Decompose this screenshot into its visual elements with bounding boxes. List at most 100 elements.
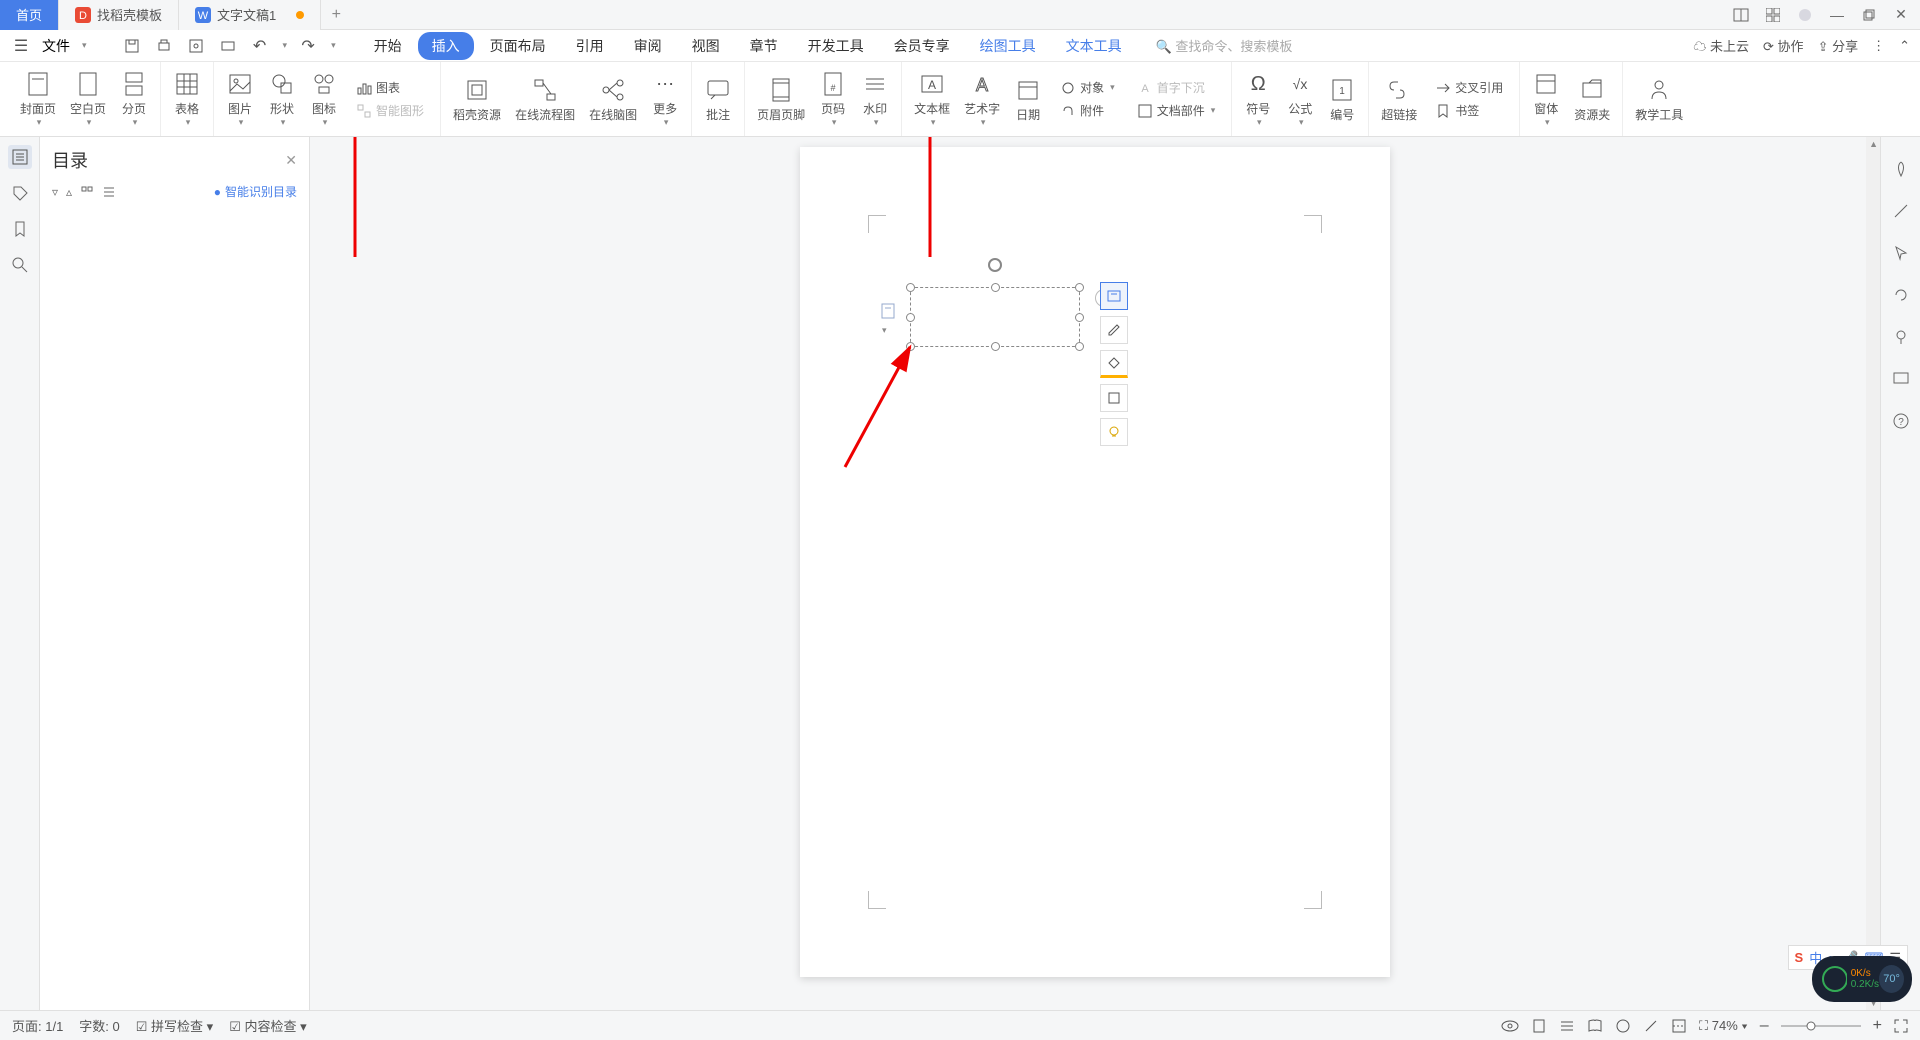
crossref-button[interactable]: 交叉引用 [1431, 77, 1507, 98]
layout-options-icon[interactable] [1100, 282, 1128, 310]
content-check[interactable]: ☑ 内容检查 ▾ [229, 1016, 306, 1035]
equation-button[interactable]: √x公式▾ [1280, 66, 1320, 132]
resource-button[interactable]: 稻壳资源 [447, 72, 507, 127]
symbol-button[interactable]: Ω符号▾ [1238, 66, 1278, 132]
zoom-out[interactable]: – [1760, 1017, 1769, 1035]
cover-button[interactable]: 封面页▾ [14, 66, 62, 132]
icon-button[interactable]: 图标▾ [304, 66, 344, 132]
file-menu[interactable]: 文件 [42, 36, 70, 56]
teaching-button[interactable]: 教学工具 [1629, 72, 1689, 127]
chart-button[interactable]: 图表 [352, 77, 428, 98]
sync-icon[interactable] [1889, 283, 1913, 307]
pagebreak-button[interactable]: 分页▾ [114, 66, 154, 132]
share-button[interactable]: ⇪ 分享 [1818, 36, 1859, 55]
watermark-button[interactable]: 水印▾ [855, 66, 895, 132]
attachment-button[interactable]: 附件 [1056, 100, 1119, 121]
menu-tab-reference[interactable]: 引用 [562, 32, 618, 60]
save-icon[interactable] [121, 35, 143, 57]
edit-float-icon[interactable] [1100, 316, 1128, 344]
close-button[interactable]: ✕ [1890, 4, 1912, 26]
pagenum-button[interactable]: #页码▾ [813, 66, 853, 132]
resize-handle[interactable] [1075, 313, 1084, 322]
rocket-icon[interactable] [1889, 157, 1913, 181]
textbox-button[interactable]: A文本框▾ [908, 66, 956, 132]
rotate-handle[interactable] [988, 258, 1002, 272]
picture-button[interactable]: 图片▾ [220, 66, 260, 132]
collapse-ribbon[interactable]: ⌃ [1899, 38, 1910, 54]
fit-icon[interactable] [1671, 1018, 1687, 1034]
menu-tab-insert[interactable]: 插入 [418, 32, 474, 60]
wordart-button[interactable]: A艺术字▾ [958, 66, 1006, 132]
view-read-icon[interactable] [1587, 1018, 1603, 1034]
mindmap-button[interactable]: 在线脑图 [583, 72, 643, 127]
toc-close[interactable]: ✕ [285, 152, 297, 169]
shape-button[interactable]: 形状▾ [262, 66, 302, 132]
object-button[interactable]: 对象▾ [1056, 77, 1119, 98]
menu-tab-start[interactable]: 开始 [360, 32, 416, 60]
menu-tab-member[interactable]: 会员专享 [880, 32, 964, 60]
scrollbar[interactable]: ▲ ▲ ▼ [1866, 137, 1880, 1010]
select-icon[interactable] [1889, 241, 1913, 265]
zoom-slider[interactable] [1781, 1021, 1861, 1031]
view-outline-icon[interactable] [1559, 1018, 1575, 1034]
view-draft-icon[interactable] [1643, 1018, 1659, 1034]
docparts-button[interactable]: 文档部件▾ [1133, 100, 1220, 121]
blank-button[interactable]: 空白页▾ [64, 66, 112, 132]
menu-tab-devtools[interactable]: 开发工具 [794, 32, 878, 60]
border-float-icon[interactable] [1100, 384, 1128, 412]
idea-float-icon[interactable] [1100, 418, 1128, 446]
tab-template[interactable]: D 找稻壳模板 [59, 0, 179, 30]
canvas[interactable]: ▾ – ▲ ▲ ▼ [310, 137, 1880, 1010]
more-button[interactable]: ⋯更多▾ [645, 66, 685, 132]
textbox-object[interactable] [910, 287, 1080, 347]
add-tab-button[interactable]: + [321, 6, 351, 24]
tab-home[interactable]: 首页 [0, 0, 59, 30]
resize-handle[interactable] [906, 342, 915, 351]
print2-icon[interactable] [217, 35, 239, 57]
toc-smart[interactable]: ● 智能识别目录 [214, 183, 297, 200]
window-button[interactable]: 窗体▾ [1526, 66, 1566, 132]
menu-tab-layout[interactable]: 页面布局 [476, 32, 560, 60]
resize-handle[interactable] [991, 283, 1000, 292]
undo-icon[interactable]: ↶ [249, 35, 271, 57]
toc-list-icon[interactable] [80, 185, 94, 199]
menu-tab-review[interactable]: 审阅 [620, 32, 676, 60]
toc-tree-icon[interactable] [102, 185, 116, 199]
tag-icon[interactable] [8, 181, 32, 205]
flowchart-button[interactable]: 在线流程图 [509, 72, 581, 127]
comment-button[interactable]: 批注 [698, 72, 738, 127]
layout-icon[interactable] [1730, 4, 1752, 26]
toc-expand-icon[interactable]: ▵ [66, 185, 72, 199]
help-icon[interactable]: ? [1889, 409, 1913, 433]
cloud-status[interactable]: ☁ 未上云 [1693, 36, 1749, 55]
resourcelib-button[interactable]: 资源夹 [1568, 72, 1616, 127]
resize-handle[interactable] [1075, 283, 1084, 292]
minimize-button[interactable]: — [1826, 4, 1848, 26]
number-button[interactable]: 1编号 [1322, 72, 1362, 127]
spell-check[interactable]: ☑ 拼写检查 ▾ [136, 1016, 213, 1035]
headerfooter-button[interactable]: 页眉页脚 [751, 72, 811, 127]
fullscreen-icon[interactable] [1894, 1019, 1908, 1033]
view-page-icon[interactable] [1531, 1018, 1547, 1034]
eye-icon[interactable] [1501, 1019, 1519, 1033]
resize-handle[interactable] [906, 313, 915, 322]
toc-collapse-icon[interactable]: ▿ [52, 185, 58, 199]
resize-handle[interactable] [906, 283, 915, 292]
table-button[interactable]: 表格▾ [167, 66, 207, 132]
pen-icon[interactable] [1889, 199, 1913, 223]
maximize-button[interactable] [1858, 4, 1880, 26]
menu-tab-chapter[interactable]: 章节 [736, 32, 792, 60]
skin-icon[interactable] [1794, 4, 1816, 26]
view-web-icon[interactable] [1615, 1018, 1631, 1034]
more-menu[interactable]: ⋮ [1872, 38, 1885, 54]
zoom-label[interactable]: ⛶ 74% ▾ [1699, 1018, 1748, 1034]
zoom-in[interactable]: + [1873, 1017, 1882, 1035]
system-widget[interactable]: 0K/s 0.2K/s 70° [1812, 956, 1912, 1002]
toc-toggle[interactable] [8, 145, 32, 169]
redo-icon[interactable]: ↷ [297, 35, 319, 57]
menu-icon[interactable]: ☰ [10, 35, 32, 57]
print-icon[interactable] [153, 35, 175, 57]
pin-icon[interactable] [1889, 325, 1913, 349]
screen-icon[interactable] [1889, 367, 1913, 391]
tab-document[interactable]: W 文字文稿1 [179, 0, 321, 30]
